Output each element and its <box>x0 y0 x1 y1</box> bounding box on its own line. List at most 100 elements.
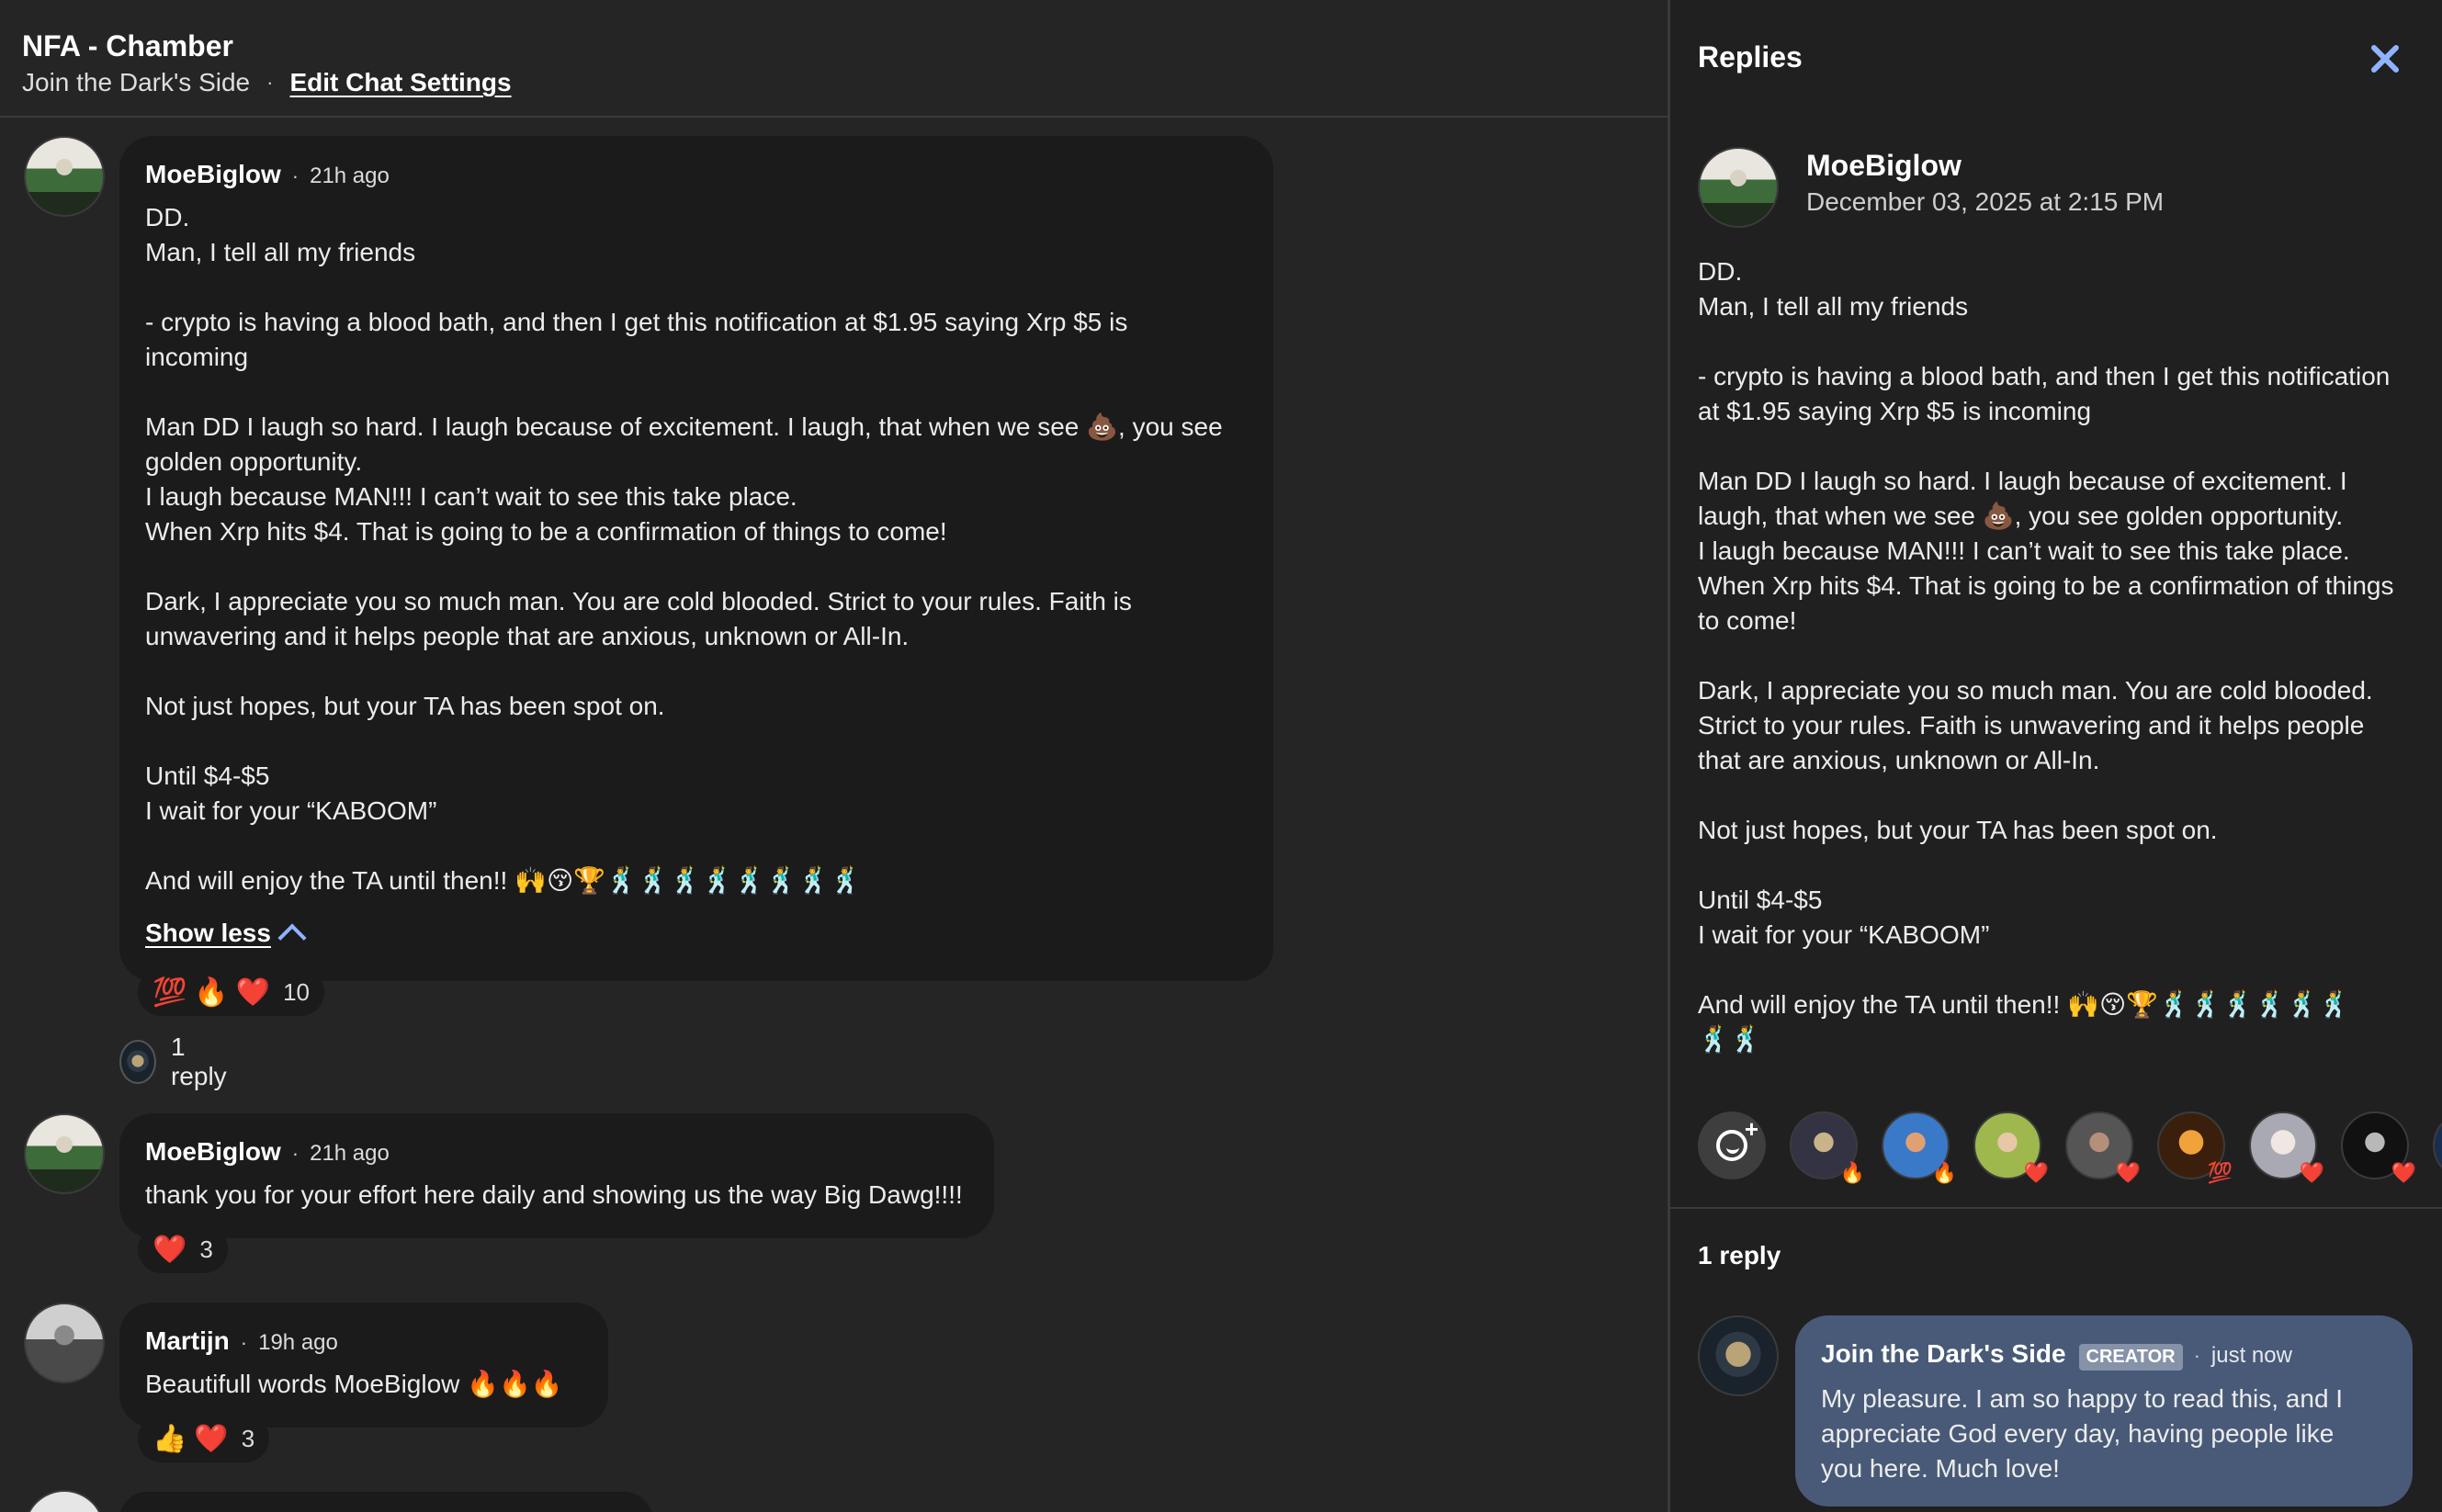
avatar[interactable] <box>24 1303 105 1383</box>
text-line <box>1698 848 2424 883</box>
close-icon[interactable] <box>2367 40 2403 77</box>
text-line: Man DD I laugh so hard. I laugh because … <box>145 412 1223 441</box>
heart-emoji-icon[interactable]: ❤️ <box>236 976 270 1009</box>
text-line: Until $4-$5 <box>1698 886 1823 914</box>
text-line: you here. Much love! <box>1821 1454 2060 1483</box>
fire-emoji-icon[interactable]: 🔥 <box>194 976 228 1009</box>
message-bubble: Martijn · 19h ago Beautifull words MoeBi… <box>119 1303 608 1427</box>
reactor-avatar[interactable]: 💯 <box>2157 1111 2233 1185</box>
heart-emoji-icon[interactable]: ❤️ <box>153 1234 187 1266</box>
chat-header: NFA - Chamber Join the Dark's Side · Edi… <box>0 0 1668 118</box>
text-line: to come! <box>1698 606 1797 635</box>
meta-separator: · <box>291 1142 300 1165</box>
reaction-count: 10 <box>283 977 310 1006</box>
heart-emoji-icon: ❤️ <box>2391 1162 2416 1185</box>
message-time: 21h ago <box>310 164 390 188</box>
reaction-bar[interactable]: 👍 ❤️ 3 <box>138 1415 270 1462</box>
meta-separator: · <box>240 1331 248 1354</box>
text-line: - crypto is having a blood bath, and the… <box>1698 362 2391 390</box>
text-line: Man, I tell all my friends <box>145 238 416 266</box>
heart-emoji-icon: ❤️ <box>2299 1162 2324 1185</box>
chat-subline: Join the Dark's Side · Edit Chat Setting… <box>22 68 512 97</box>
replier-avatar <box>119 1040 156 1084</box>
avatar[interactable] <box>24 136 105 217</box>
avatar[interactable] <box>24 1490 105 1512</box>
text-line: unwavering and it helps people that are … <box>145 622 910 650</box>
message-text: DD. Man, I tell all my friends - crypto … <box>145 200 1248 898</box>
reactor-avatar[interactable] <box>2433 1111 2442 1179</box>
heart-emoji-icon[interactable]: ❤️ <box>194 1423 228 1455</box>
message-author[interactable]: MoeBiglow <box>145 1137 281 1167</box>
replies-panel: Replies MoeBiglow December 03, 2025 at 2… <box>1670 0 2442 1512</box>
text-line <box>145 654 1248 689</box>
text-line <box>1698 429 2424 464</box>
text-line: DD. <box>1698 257 1743 286</box>
text-line: that are anxious, unknown or All-In. <box>1698 746 2100 774</box>
chat-title: NFA - Chamber <box>22 29 233 62</box>
community-name[interactable]: Join the Dark's Side <box>22 68 250 97</box>
text-line <box>145 375 1248 410</box>
divider <box>1670 1207 2442 1209</box>
text-line: at $1.95 saying Xrp $5 is incoming <box>1698 397 2092 425</box>
message-time: 21h ago <box>310 1141 390 1166</box>
text-line: I laugh because MAN!!! I can’t wait to s… <box>145 482 797 511</box>
hundred-emoji-icon: 💯 <box>2207 1162 2233 1185</box>
text-line <box>145 549 1248 584</box>
avatar[interactable] <box>24 1113 105 1194</box>
reply-author[interactable]: Join the Dark's Side <box>1821 1339 2066 1369</box>
fire-emoji-icon: 🔥 <box>1839 1162 1865 1185</box>
reaction-bar[interactable]: ❤️ 3 <box>138 1225 228 1273</box>
text-line: I wait for your “KABOOM” <box>145 796 437 825</box>
avatar[interactable] <box>1698 1315 1779 1396</box>
message-author[interactable]: MoeBiglow <box>145 160 281 189</box>
text-line <box>1698 638 2424 673</box>
reply-time: just now <box>2210 1343 2292 1368</box>
reactor-avatar[interactable]: 🔥 <box>1790 1111 1865 1185</box>
reactor-avatar[interactable]: ❤️ <box>2065 1111 2141 1185</box>
parent-author[interactable]: MoeBiglow <box>1806 149 1962 183</box>
reaction-row: 🔥 🔥 ❤️ ❤️ 💯 ❤️ ❤️ <box>1698 1111 2442 1185</box>
smiley-plus-icon <box>1716 1115 1758 1161</box>
text-line <box>1698 324 2424 359</box>
thumbs-up-emoji-icon[interactable]: 👍 <box>153 1423 187 1455</box>
reactor-avatar[interactable]: 🔥 <box>1882 1111 1957 1185</box>
reaction-bar[interactable]: 💯 🔥 ❤️ 10 <box>138 968 324 1016</box>
show-less-label: Show less <box>145 919 271 947</box>
text-line: 🕺🕺 <box>1698 1025 1762 1054</box>
text-line: Man DD I laugh so hard. I laugh because … <box>1698 467 2347 495</box>
text-line <box>145 829 1248 863</box>
show-less-button[interactable]: Show less <box>145 919 307 953</box>
meta-separator: · <box>291 164 300 187</box>
reactor-avatar[interactable]: ❤️ <box>1973 1111 2049 1185</box>
text-line: When Xrp hits $4. That is going to be a … <box>145 517 947 546</box>
text-line <box>145 270 1248 305</box>
reactor-avatar[interactable]: ❤️ <box>2249 1111 2324 1185</box>
text-line <box>1698 778 2424 813</box>
heart-emoji-icon: ❤️ <box>2115 1162 2141 1185</box>
text-line: I laugh because MAN!!! I can’t wait to s… <box>1698 536 2350 565</box>
text-line: Not just hopes, but your TA has been spo… <box>145 692 665 720</box>
text-line: Beautifull words MoeBiglow 🔥🔥🔥 <box>145 1370 563 1398</box>
text-line: Not just hopes, but your TA has been spo… <box>1698 816 2218 844</box>
edit-chat-settings-link[interactable]: Edit Chat Settings <box>289 68 511 97</box>
text-line: Strict to your rules. Faith is unwaverin… <box>1698 711 2365 739</box>
message-author[interactable]: Martijn <box>145 1326 230 1356</box>
message-time: 19h ago <box>258 1330 338 1355</box>
text-line: laugh, that when we see 💩, you see golde… <box>1698 502 2344 530</box>
text-line: thank you for your effort here daily and… <box>145 1180 963 1209</box>
view-replies-link[interactable]: 1 reply <box>119 1032 234 1091</box>
hundred-emoji-icon[interactable]: 💯 <box>153 976 187 1009</box>
message-bubble <box>119 1492 652 1512</box>
text-line: golden opportunity. <box>145 447 363 476</box>
text-line: Until $4-$5 <box>145 762 270 790</box>
replies-title: Replies <box>1698 40 1803 73</box>
creator-badge: CREATOR <box>2078 1344 2183 1371</box>
reaction-count: 3 <box>199 1235 213 1263</box>
add-reaction-button[interactable] <box>1698 1111 1766 1179</box>
reactor-avatar[interactable]: ❤️ <box>2341 1111 2416 1185</box>
text-line: Man, I tell all my friends <box>1698 292 1969 321</box>
avatar[interactable] <box>1698 147 1779 228</box>
text-line: And will enjoy the TA until then!! 🙌😚🏆🕺🕺… <box>145 866 862 895</box>
message-bubble: MoeBiglow · 21h ago thank you for your e… <box>119 1113 994 1238</box>
reply-count: 1 reply <box>1698 1241 1781 1269</box>
